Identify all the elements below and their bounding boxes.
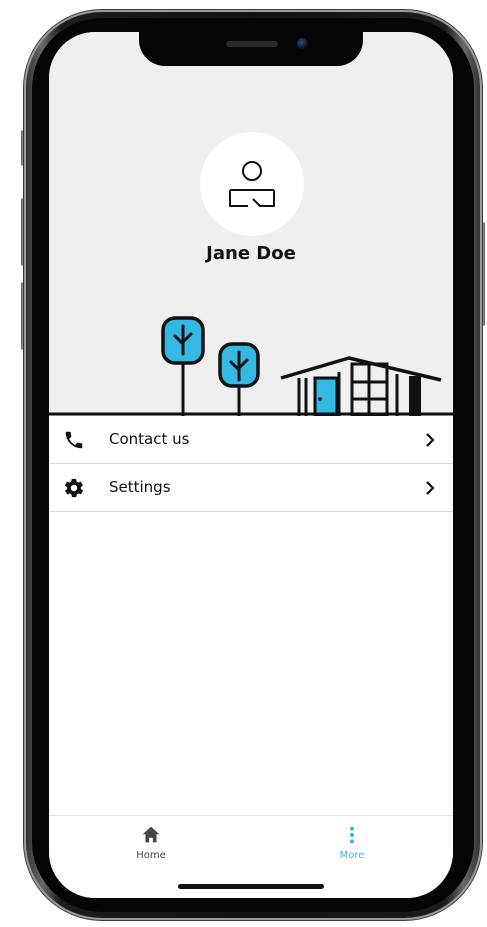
device-mockup: Jane Doe Contact us Settings Home More bbox=[0, 0, 487, 927]
profile-header: Jane Doe bbox=[49, 32, 453, 416]
tab-more[interactable]: More bbox=[307, 824, 397, 870]
tab-label: More bbox=[339, 850, 365, 861]
menu-item-label: Settings bbox=[109, 478, 171, 496]
phone-icon bbox=[65, 431, 83, 449]
chevron-right-icon bbox=[426, 433, 435, 447]
front-camera bbox=[297, 38, 308, 49]
app-screen: Jane Doe Contact us Settings Home More bbox=[49, 32, 453, 898]
menu-item-settings[interactable]: Settings bbox=[49, 464, 453, 512]
menu-item-contact-us[interactable]: Contact us bbox=[49, 416, 453, 464]
gear-icon bbox=[64, 478, 84, 498]
tree-illustration bbox=[218, 342, 260, 416]
menu-item-label: Contact us bbox=[109, 430, 190, 448]
avatar[interactable] bbox=[200, 132, 304, 236]
notch bbox=[139, 32, 363, 66]
menu-list: Contact us Settings bbox=[49, 416, 453, 512]
tab-home[interactable]: Home bbox=[106, 824, 196, 870]
chevron-right-icon bbox=[426, 481, 435, 495]
tree-illustration bbox=[161, 316, 205, 416]
tab-label: Home bbox=[136, 850, 166, 861]
user-placeholder-icon bbox=[229, 161, 275, 207]
home-indicator bbox=[178, 884, 324, 889]
more-vertical-icon bbox=[349, 826, 355, 844]
speaker-grille bbox=[226, 41, 278, 47]
home-icon bbox=[142, 826, 160, 843]
house-illustration bbox=[280, 356, 442, 416]
user-name: Jane Doe bbox=[206, 243, 296, 264]
neighborhood-illustration bbox=[49, 316, 453, 416]
